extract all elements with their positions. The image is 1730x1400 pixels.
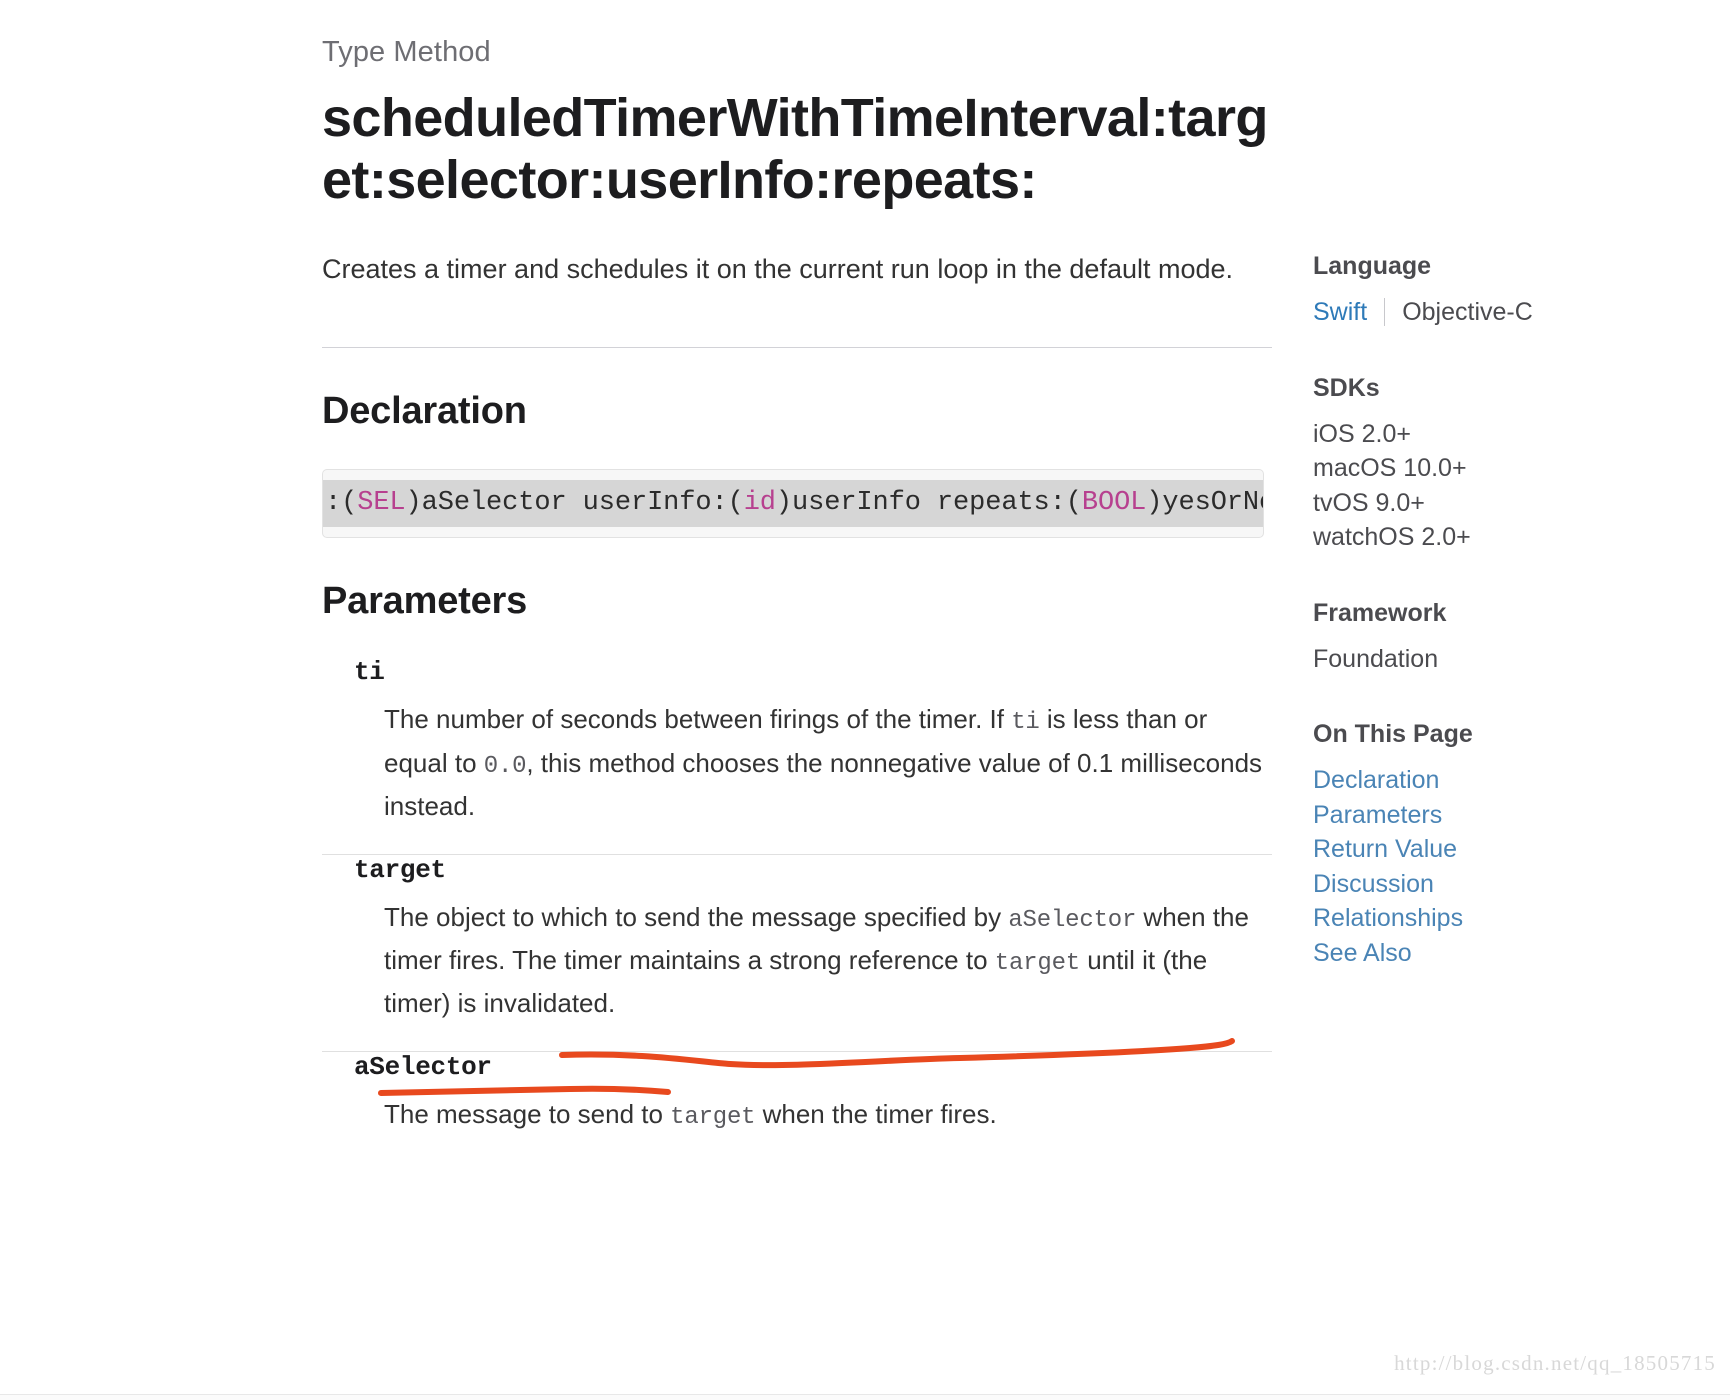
declaration-heading: Declaration — [322, 390, 527, 433]
inline-code: 0.0 — [483, 752, 527, 780]
description-text: The message to send to — [384, 1099, 671, 1130]
api-abstract: Creates a timer and schedules it on the … — [322, 254, 1234, 285]
language-switcher[interactable]: Swift Objective-C — [1313, 295, 1703, 330]
bottom-edge — [0, 1394, 1730, 1400]
on-this-page-heading: On This Page — [1313, 720, 1473, 748]
main-content: Type Method scheduledTimerWithTimeInterv… — [322, 36, 1272, 1163]
parameter-description: The message to send to target when the t… — [354, 1094, 1272, 1137]
inline-code: aSelector — [1008, 906, 1137, 934]
code-token-1: SEL — [357, 488, 406, 519]
on-this-page-list: Declaration Parameters Return Value Discuss… — [1313, 763, 1703, 970]
on-this-page-group: On This Page Declaration Parameters Return… — [1313, 720, 1703, 970]
description-text: when the timer fires. — [755, 1099, 997, 1130]
framework-heading: Framework — [1313, 598, 1447, 627]
inline-code: target — [994, 950, 1080, 978]
code-token-2: )aSelector userInfo:( — [405, 488, 744, 519]
language-group: Language Swift Objective-C — [1313, 252, 1703, 330]
framework-value: Foundation — [1313, 644, 1439, 673]
inline-code: ti — [1011, 709, 1040, 737]
code-token-6: )yesOrNo; — [1146, 488, 1263, 519]
parameters-heading: Parameters — [322, 580, 528, 623]
toc-link-declaration[interactable]: Declaration — [1313, 763, 1703, 798]
sdks-list: iOS 2.0+ macOS 10.0+ tvOS 9.0+ watchOS 2.0+ — [1313, 417, 1703, 555]
parameter-description: The number of seconds between firings of… — [354, 699, 1272, 827]
description-text: The object to which to send the message … — [384, 901, 1009, 932]
toc-link-discussion[interactable]: Discussion — [1313, 867, 1703, 902]
toc-link-relationships[interactable]: Relationships — [1313, 901, 1703, 936]
sdk-item: macOS 10.0+ — [1313, 454, 1467, 482]
sdks-group: SDKs iOS 2.0+ macOS 10.0+ tvOS 9.0+ watchOS… — [1313, 374, 1703, 555]
declaration-code-line: :(SEL)aSelector userInfo:(id)userInfo re… — [323, 480, 1263, 528]
parameter-name: target — [354, 854, 446, 885]
documentation-page: Type Method scheduledTimerWithTimeInterv… — [0, 0, 1730, 1400]
declaration-code-block: :(SEL)aSelector userInfo:(id)userInfo re… — [322, 469, 1264, 539]
parameter-name: aSelector — [354, 1052, 492, 1083]
description-text: The number of seconds between firings of… — [384, 704, 1012, 735]
page-title: scheduledTimerWithTimeInterval:target:se… — [322, 88, 1268, 211]
language-option-swift[interactable]: Swift — [1313, 298, 1367, 327]
sdk-item: tvOS 9.0+ — [1313, 488, 1425, 517]
parameter-item: ti The number of seconds between firings … — [322, 657, 1272, 853]
metadata-sidebar: Language Swift Objective-C SDKs iOS 2.0+… — [1313, 252, 1703, 1014]
parameter-name: ti — [354, 657, 385, 688]
parameter-description: The object to which to send the message … — [354, 897, 1272, 1025]
page-eyebrow: Type Method — [322, 36, 491, 68]
code-token-3: id — [743, 488, 776, 519]
toc-link-return-value[interactable]: Return Value — [1313, 832, 1703, 867]
language-option-objective-c[interactable]: Objective-C — [1402, 295, 1533, 330]
code-token-0: :( — [325, 488, 358, 519]
language-separator — [1384, 298, 1386, 327]
toc-link-see-also[interactable]: See Also — [1313, 936, 1703, 971]
inline-code: target — [670, 1104, 756, 1132]
sdks-heading: SDKs — [1313, 373, 1380, 402]
parameters-list: ti The number of seconds between firings … — [322, 657, 1272, 1163]
code-token-5: BOOL — [1081, 488, 1147, 519]
language-heading: Language — [1313, 252, 1432, 280]
sdk-item: iOS 2.0+ — [1313, 419, 1411, 448]
framework-group: Framework Foundation — [1313, 599, 1703, 677]
parameter-item: aSelector The message to send to target w… — [322, 1052, 1272, 1163]
watermark: http://blog.csdn.net/qq_18505715 — [1394, 1351, 1716, 1375]
toc-link-parameters[interactable]: Parameters — [1313, 798, 1703, 833]
sdk-item: watchOS 2.0+ — [1313, 523, 1471, 551]
code-token-4: )userInfo repeats:( — [775, 488, 1082, 519]
parameter-item: target The object to which to send the me… — [322, 855, 1272, 1051]
section-divider — [322, 347, 1272, 349]
